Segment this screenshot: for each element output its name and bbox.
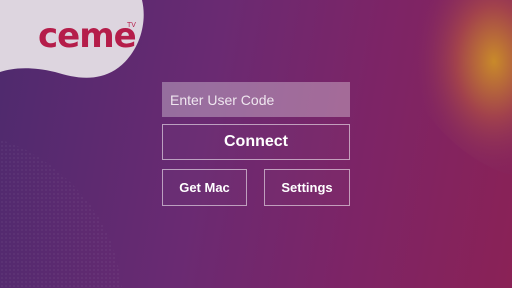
settings-button[interactable]: Settings — [264, 169, 350, 206]
brand-logo-badge: TV — [127, 22, 136, 29]
user-code-input[interactable] — [162, 82, 350, 117]
connect-button[interactable]: Connect — [162, 124, 350, 160]
brand-logo: ceme — [38, 16, 137, 56]
get-mac-button[interactable]: Get Mac — [162, 169, 247, 206]
